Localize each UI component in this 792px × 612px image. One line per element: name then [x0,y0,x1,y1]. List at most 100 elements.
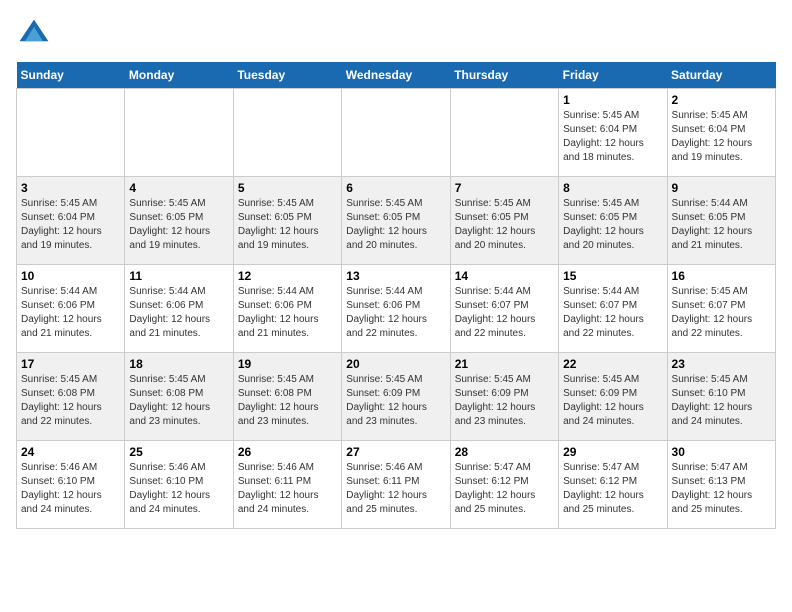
sunrise-text: Sunrise: 5:44 AM [21,285,120,299]
sunset-text: Sunset: 6:05 PM [672,211,771,225]
day-number: 5 [238,181,337,195]
day-cell-18: 18Sunrise: 5:45 AMSunset: 6:08 PMDayligh… [125,353,233,441]
daylight-text: Daylight: 12 hours and 18 minutes. [563,137,662,165]
daylight-text: Daylight: 12 hours and 23 minutes. [455,401,554,429]
day-info: Sunrise: 5:45 AMSunset: 6:04 PMDaylight:… [672,109,771,165]
weekday-header-thursday: Thursday [450,62,558,89]
daylight-text: Daylight: 12 hours and 19 minutes. [21,225,120,253]
day-info: Sunrise: 5:45 AMSunset: 6:05 PMDaylight:… [346,197,445,253]
empty-cell [342,89,450,177]
sunset-text: Sunset: 6:05 PM [238,211,337,225]
sunset-text: Sunset: 6:12 PM [455,475,554,489]
day-number: 22 [563,357,662,371]
daylight-text: Daylight: 12 hours and 23 minutes. [238,401,337,429]
day-cell-25: 25Sunrise: 5:46 AMSunset: 6:10 PMDayligh… [125,441,233,529]
sunrise-text: Sunrise: 5:45 AM [238,373,337,387]
sunrise-text: Sunrise: 5:45 AM [21,373,120,387]
day-cell-8: 8Sunrise: 5:45 AMSunset: 6:05 PMDaylight… [559,177,667,265]
sunrise-text: Sunrise: 5:45 AM [129,373,228,387]
day-info: Sunrise: 5:45 AMSunset: 6:09 PMDaylight:… [346,373,445,429]
day-cell-1: 1Sunrise: 5:45 AMSunset: 6:04 PMDaylight… [559,89,667,177]
daylight-text: Daylight: 12 hours and 21 minutes. [21,313,120,341]
daylight-text: Daylight: 12 hours and 24 minutes. [563,401,662,429]
sunset-text: Sunset: 6:05 PM [455,211,554,225]
daylight-text: Daylight: 12 hours and 20 minutes. [455,225,554,253]
sunrise-text: Sunrise: 5:45 AM [455,373,554,387]
daylight-text: Daylight: 12 hours and 24 minutes. [672,401,771,429]
sunrise-text: Sunrise: 5:46 AM [21,461,120,475]
day-cell-5: 5Sunrise: 5:45 AMSunset: 6:05 PMDaylight… [233,177,341,265]
sunrise-text: Sunrise: 5:44 AM [129,285,228,299]
day-cell-21: 21 Sunrise: 5:45 AMSunset: 6:09 PMDayligh… [450,353,558,441]
daylight-text: Daylight: 12 hours and 23 minutes. [129,401,228,429]
week-row-4: 17Sunrise: 5:45 AMSunset: 6:08 PMDayligh… [17,353,776,441]
sunset-text: Sunset: 6:09 PM [346,387,445,401]
day-cell-30: 30 Sunrise: 5:47 AMSunset: 6:13 PMDayligh… [667,441,775,529]
sunset-text: Sunset: 6:06 PM [346,299,445,313]
day-cell-24: 24 Sunrise: 5:46 AMSunset: 6:10 PMDayligh… [17,441,125,529]
daylight-text: Daylight: 12 hours and 22 minutes. [563,313,662,341]
day-number: 19 [238,357,337,371]
day-info: Sunrise: 5:46 AMSunset: 6:10 PMDaylight:… [129,461,228,517]
daylight-text: Daylight: 12 hours and 25 minutes. [455,489,554,517]
day-number: 21 [455,357,554,371]
day-number: 4 [129,181,228,195]
day-number: 13 [346,269,445,283]
sunrise-text: Sunrise: 5:45 AM [672,373,771,387]
week-row-2: 3Sunrise: 5:45 AMSunset: 6:04 PMDaylight… [17,177,776,265]
sunrise-text: Sunrise: 5:45 AM [563,109,662,123]
sunrise-text: Sunrise: 5:45 AM [346,197,445,211]
day-info: Sunrise: 5:44 AMSunset: 6:06 PMDaylight:… [346,285,445,341]
day-info: Sunrise: 5:46 AMSunset: 6:11 PMDaylight:… [238,461,337,517]
day-info: Sunrise: 5:47 AMSunset: 6:12 PMDaylight:… [455,461,554,517]
empty-cell [450,89,558,177]
page-header [16,16,776,52]
day-cell-26: 26Sunrise: 5:46 AMSunset: 6:11 PMDayligh… [233,441,341,529]
sunrise-text: Sunrise: 5:45 AM [563,197,662,211]
day-number: 12 [238,269,337,283]
weekday-header-saturday: Saturday [667,62,775,89]
week-row-1: 1Sunrise: 5:45 AMSunset: 6:04 PMDaylight… [17,89,776,177]
weekday-header-tuesday: Tuesday [233,62,341,89]
day-cell-10: 10Sunrise: 5:44 AMSunset: 6:06 PMDayligh… [17,265,125,353]
sunset-text: Sunset: 6:04 PM [563,123,662,137]
sunset-text: Sunset: 6:10 PM [672,387,771,401]
weekday-header-row: SundayMondayTuesdayWednesdayThursdayFrid… [17,62,776,89]
day-number: 7 [455,181,554,195]
day-cell-15: 15Sunrise: 5:44 AMSunset: 6:07 PMDayligh… [559,265,667,353]
weekday-header-wednesday: Wednesday [342,62,450,89]
day-cell-16: 16Sunrise: 5:45 AMSunset: 6:07 PMDayligh… [667,265,775,353]
day-info: Sunrise: 5:45 AMSunset: 6:09 PMDaylight:… [455,373,554,429]
day-cell-27: 27Sunrise: 5:46 AMSunset: 6:11 PMDayligh… [342,441,450,529]
sunset-text: Sunset: 6:05 PM [129,211,228,225]
day-info: Sunrise: 5:45 AMSunset: 6:08 PMDaylight:… [238,373,337,429]
sunrise-text: Sunrise: 5:44 AM [455,285,554,299]
day-info: Sunrise: 5:47 AMSunset: 6:13 PMDaylight:… [672,461,771,517]
day-number: 24 [21,445,120,459]
week-row-3: 10Sunrise: 5:44 AMSunset: 6:06 PMDayligh… [17,265,776,353]
sunrise-text: Sunrise: 5:45 AM [129,197,228,211]
empty-cell [125,89,233,177]
day-info: Sunrise: 5:44 AMSunset: 6:07 PMDaylight:… [455,285,554,341]
day-info: Sunrise: 5:45 AMSunset: 6:08 PMDaylight:… [21,373,120,429]
day-number: 30 [672,445,771,459]
day-cell-6: 6Sunrise: 5:45 AMSunset: 6:05 PMDaylight… [342,177,450,265]
daylight-text: Daylight: 12 hours and 22 minutes. [346,313,445,341]
sunrise-text: Sunrise: 5:45 AM [563,373,662,387]
sunset-text: Sunset: 6:10 PM [21,475,120,489]
day-cell-12: 12Sunrise: 5:44 AMSunset: 6:06 PMDayligh… [233,265,341,353]
sunset-text: Sunset: 6:07 PM [455,299,554,313]
day-number: 2 [672,93,771,107]
daylight-text: Daylight: 12 hours and 21 minutes. [672,225,771,253]
daylight-text: Daylight: 12 hours and 21 minutes. [129,313,228,341]
day-info: Sunrise: 5:45 AMSunset: 6:07 PMDaylight:… [672,285,771,341]
day-number: 14 [455,269,554,283]
weekday-header-monday: Monday [125,62,233,89]
daylight-text: Daylight: 12 hours and 24 minutes. [21,489,120,517]
sunset-text: Sunset: 6:04 PM [672,123,771,137]
daylight-text: Daylight: 12 hours and 23 minutes. [346,401,445,429]
empty-cell [17,89,125,177]
daylight-text: Daylight: 12 hours and 24 minutes. [238,489,337,517]
day-cell-13: 13 Sunrise: 5:44 AMSunset: 6:06 PMDayligh… [342,265,450,353]
day-info: Sunrise: 5:45 AMSunset: 6:09 PMDaylight:… [563,373,662,429]
